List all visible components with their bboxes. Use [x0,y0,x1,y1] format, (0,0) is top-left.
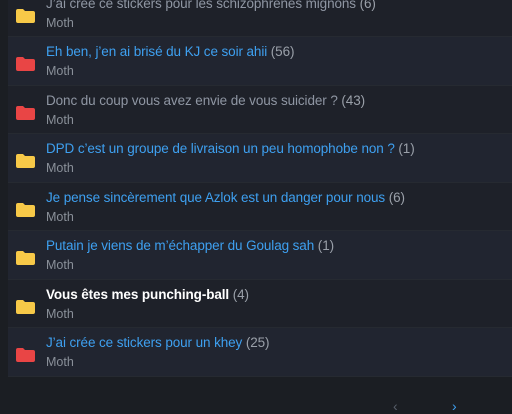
topic-row[interactable]: Putain je viens de m’échapper du Goulag … [8,231,512,280]
topic-row[interactable]: Vous êtes mes punching-ball (4) Moth [8,279,512,328]
folder-icon [16,105,35,120]
topic-author[interactable]: Moth [46,307,74,321]
topic-title[interactable]: J’ai créé ce stickers pour les schizophr… [46,0,376,11]
topic-row[interactable]: Eh ben, j’en ai brisé du KJ ce soir ahii… [8,37,512,86]
folder-icon [16,57,35,71]
topic-reply-count: (56) [270,44,295,59]
topic-row[interactable]: Je pense sincèrement que Azlok est un da… [8,182,512,231]
topic-row[interactable]: Donc du coup vous avez envie de vous sui… [8,85,512,134]
topic-title[interactable]: Putain je viens de m’échapper du Goulag … [46,238,334,253]
topic-author[interactable]: Moth [46,161,74,175]
topic-title[interactable]: Je pense sincèrement que Azlok est un da… [46,190,405,205]
topic-reply-count: (6) [359,0,376,11]
topic-row[interactable]: J’ai créé ce stickers pour les schizophr… [8,0,512,37]
topic-author[interactable]: Moth [46,355,74,369]
topic-author[interactable]: Moth [46,258,74,272]
topic-author[interactable]: Moth [46,16,74,30]
topic-title[interactable]: DPD c’est un groupe de livraison un peu … [46,141,415,156]
topic-title[interactable]: Vous êtes mes punching-ball (4) [46,287,249,302]
topic-author[interactable]: Moth [46,113,74,127]
folder-icon [16,9,35,23]
chevron-left-icon[interactable]: ‹ [393,398,398,414]
topic-reply-count: (43) [341,92,365,108]
folder-icon [16,202,35,217]
topic-reply-count: (25) [245,335,270,350]
pagination: ‹ › [0,388,512,414]
topic-reply-count: (1) [317,238,334,253]
topic-author[interactable]: Moth [46,210,74,224]
folder-icon [16,299,35,314]
topic-list: J’ai créé ce stickers pour les schizophr… [8,0,512,377]
topic-row[interactable]: DPD c’est un groupe de livraison un peu … [8,134,512,183]
topic-title[interactable]: J’ai crée ce stickers pour un khey (25) [46,335,270,350]
folder-icon [16,251,35,265]
topic-author[interactable]: Moth [46,64,74,78]
topic-reply-count: (6) [388,189,405,205]
topic-reply-count: (4) [232,286,249,302]
folder-icon [16,348,35,362]
topic-title[interactable]: Eh ben, j’en ai brisé du KJ ce soir ahii… [46,44,294,59]
chevron-right-icon[interactable]: › [452,398,457,414]
topic-reply-count: (1) [398,141,415,156]
topic-row[interactable]: J’ai crée ce stickers pour un khey (25) … [8,328,512,377]
folder-icon [16,154,35,168]
topic-title[interactable]: Donc du coup vous avez envie de vous sui… [46,93,365,108]
